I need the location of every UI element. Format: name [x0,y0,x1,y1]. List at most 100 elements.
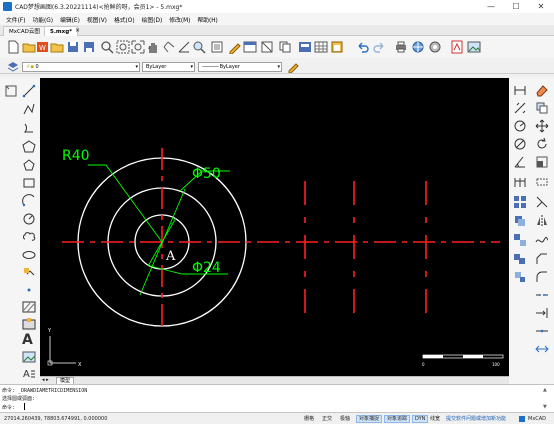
scroll-down-icon[interactable]: ▼ [543,404,547,410]
print-icon[interactable] [394,40,408,54]
open-icon[interactable] [50,40,64,54]
eraser-icon[interactable] [535,83,549,97]
chamfer-icon[interactable] [535,252,549,266]
line-icon[interactable] [22,84,36,98]
color-select[interactable]: ByLayer ▾ [142,62,195,72]
label-r40[interactable]: R40 [62,148,90,164]
table-icon[interactable] [314,40,328,54]
pencil-icon[interactable] [287,61,299,73]
cloud-icon[interactable]: W [36,40,50,54]
layers-icon[interactable] [7,61,19,73]
open-folder-icon[interactable] [22,40,36,54]
label-d24[interactable]: Φ24 [192,260,221,276]
properties-icon[interactable] [210,40,224,54]
arc-3pt-icon[interactable] [22,194,36,208]
export-icon[interactable] [298,40,312,54]
new-file-icon[interactable] [6,40,20,54]
rotate-icon[interactable] [535,137,549,151]
toggle-dyn[interactable]: DYN [412,415,429,423]
close-tab-icon[interactable]: × [75,27,80,34]
offset-icon[interactable] [513,214,527,228]
zoom-icon[interactable] [100,40,114,54]
menu-help[interactable]: 帮助(H) [197,15,217,24]
ellipse-icon[interactable] [22,248,36,262]
match-properties-icon[interactable] [227,40,241,54]
scroll-up-icon[interactable]: ▲ [543,387,547,393]
tab-nav-arrows[interactable]: ◂ ▸ [42,377,49,383]
toggle-object-snap[interactable]: 对象捕捉 [356,415,383,423]
hatch-icon[interactable] [22,300,36,314]
toggle-ortho[interactable]: 正交 [320,415,334,423]
orbit-icon[interactable] [162,40,176,54]
polyline-icon[interactable] [22,102,36,116]
undo-icon[interactable] [356,40,370,54]
fillet-icon[interactable] [535,270,549,284]
find-icon[interactable] [192,40,206,54]
arc-icon[interactable] [22,121,36,135]
linetype-select[interactable]: ———— ByLayer ▾ [198,62,282,72]
close-button[interactable]: ✕ [530,0,552,13]
paste-icon[interactable] [330,40,344,54]
menu-function[interactable]: 功能(G) [32,15,53,24]
save-icon[interactable] [66,40,80,54]
globe-icon[interactable] [411,40,425,54]
pdf-icon[interactable] [450,40,464,54]
settings-icon[interactable] [428,40,442,54]
rectangle-icon[interactable] [22,176,36,190]
insert-image-icon[interactable] [22,350,36,364]
redo-icon[interactable] [372,40,386,54]
maximize-button[interactable]: ☐ [505,0,527,13]
point-icon[interactable] [22,283,36,297]
copy-icon[interactable] [278,40,292,54]
extend-icon[interactable] [535,306,549,320]
pan-hand-icon[interactable] [146,40,160,54]
menu-file[interactable]: 文件(F) [6,15,25,24]
tab-mxcad-cloud[interactable]: MxCAD云图 [3,26,46,36]
zoom-window-icon[interactable] [116,40,130,54]
pentagon-icon[interactable] [22,158,36,172]
dimension-diameter-icon[interactable] [513,137,527,151]
menu-view[interactable]: 视图(V) [87,15,107,24]
menu-draw[interactable]: 绘图(D) [142,15,163,24]
gradient-icon[interactable] [22,317,36,331]
dimension-radius-icon[interactable] [513,119,527,133]
stretch-icon[interactable] [535,175,549,189]
mtext-icon[interactable]: A [22,366,36,380]
toggle-object-track[interactable]: 对象追踪 [384,415,411,423]
group-icon[interactable] [513,252,527,266]
block-icon[interactable] [260,40,274,54]
copy-object-icon[interactable] [535,101,549,115]
rectangle-select-icon[interactable] [4,84,18,98]
explode-icon[interactable] [513,233,527,247]
polygon-icon[interactable] [22,140,36,154]
menu-modify[interactable]: 修改(M) [169,15,190,24]
array-icon[interactable] [513,195,527,209]
dimension-linear-icon[interactable] [513,83,527,97]
image-icon[interactable] [467,40,481,54]
move-icon[interactable] [535,119,549,133]
insert-block-icon[interactable] [22,266,36,280]
ungroup-icon[interactable] [513,270,527,284]
menu-format[interactable]: 格式(O) [114,15,135,24]
lengthen-icon[interactable] [535,342,549,356]
dimension-angular-icon[interactable] [513,155,527,169]
minimize-button[interactable]: — [480,0,502,13]
break-icon[interactable] [535,288,549,302]
text-icon[interactable]: A [22,332,33,348]
layer-manager-icon[interactable] [243,40,257,54]
menu-edit[interactable]: 编辑(E) [60,15,80,24]
trim-icon[interactable] [535,195,549,209]
save-as-icon[interactable] [82,40,96,54]
dimension-continue-icon[interactable] [513,175,527,189]
revcloud-icon[interactable] [22,229,36,243]
feedback-link[interactable]: 提交软件问题或增加新功能 [444,415,508,423]
label-d50[interactable]: Φ50 [192,166,221,182]
tab-current-drawing[interactable]: 5.mxg* [44,26,79,36]
toggle-lineweight[interactable]: 线宽 [428,415,442,423]
command-input[interactable] [24,403,25,410]
scale-icon[interactable] [535,155,549,169]
layer-select[interactable]: ☼▪ 0 ▾ [22,62,140,72]
label-point-a[interactable]: A [165,249,176,264]
drawing-canvas[interactable]: R40 Φ50 Φ24 A Y X 0 100 [40,78,509,376]
join-icon[interactable] [535,324,549,338]
